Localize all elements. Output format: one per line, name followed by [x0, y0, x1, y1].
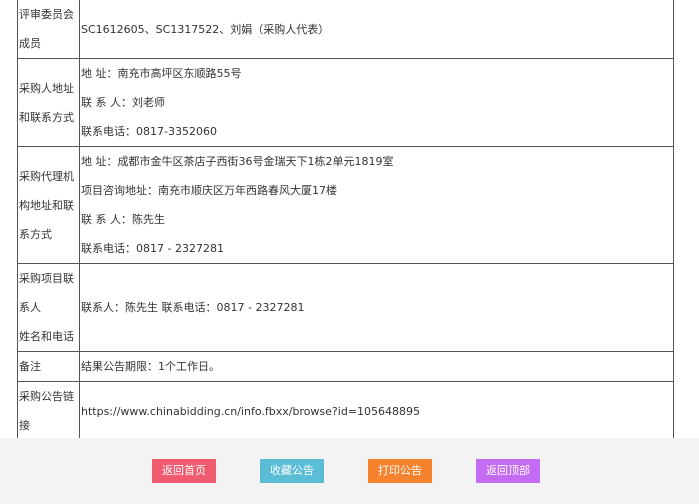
label-line: 评审委员会	[19, 8, 74, 21]
label-line: 姓名和电话	[19, 330, 74, 343]
remarks-text: 结果公告期限：1个工作日。	[81, 360, 220, 373]
label-line: 系方式	[19, 227, 52, 241]
agency-address: 地 址：成都市金牛区茶店子西街36号金瑞天下1栋2单元1819室	[81, 155, 394, 168]
label-line: 成员	[19, 37, 41, 50]
announcement-info-table: 评审委员会 成员 SC1612605、SC1317522、刘娟（采购人代表） 采…	[17, 0, 674, 441]
row-value: SC1612605、SC1317522、刘娟（采购人代表）	[79, 0, 674, 59]
print-button[interactable]: 打印公告	[368, 459, 432, 483]
footer-button-bar: 返回首页 收藏公告 打印公告 返回顶部	[0, 438, 699, 504]
row-label: 评审委员会 成员	[17, 0, 80, 59]
row-label: 采购人地址 和联系方式	[17, 58, 80, 147]
table-row-remarks: 备注 结果公告期限：1个工作日。	[17, 351, 674, 382]
label-line: 构地址和联	[19, 198, 74, 212]
purchaser-address: 地 址：南充市高坪区东顺路55号	[81, 67, 242, 80]
table-row-project-contact: 采购项目联 系人 姓名和电话 联系人：陈先生 联系电话：0817 - 23272…	[17, 263, 674, 352]
label-line: 采购人地址	[19, 81, 74, 95]
row-value: 地 址：成都市金牛区茶店子西街36号金瑞天下1栋2单元1819室 项目咨询地址：…	[79, 146, 674, 264]
announcement-link[interactable]: https://www.chinabidding.cn/info.fbxx/br…	[81, 397, 673, 426]
label-line: 采购项目联	[19, 272, 74, 285]
row-label: 采购公告链 接	[17, 381, 80, 441]
row-label: 采购项目联 系人 姓名和电话	[17, 263, 80, 352]
row-value: 联系人：陈先生 联系电话：0817 - 2327281	[79, 263, 674, 352]
label-line: 和联系方式	[19, 110, 74, 124]
label-line: 系人	[19, 301, 41, 314]
label-line: 接	[19, 419, 30, 432]
row-label: 采购代理机 构地址和联 系方式	[17, 146, 80, 264]
purchaser-phone: 联系电话：0817-3352060	[81, 125, 217, 138]
row-value: 地 址：南充市高坪区东顺路55号 联 系 人：刘老师 联系电话：0817-335…	[79, 58, 674, 147]
project-contact: 联系人：陈先生 联系电话：0817 - 2327281	[81, 301, 305, 314]
agency-phone: 联系电话：0817 - 2327281	[81, 242, 224, 255]
label-line: 采购代理机	[19, 169, 74, 183]
back-to-top-button[interactable]: 返回顶部	[476, 459, 540, 483]
table-row-purchaser-contact: 采购人地址 和联系方式 地 址：南充市高坪区东顺路55号 联 系 人：刘老师 联…	[17, 58, 674, 147]
table-row-agency-contact: 采购代理机 构地址和联 系方式 地 址：成都市金牛区茶店子西街36号金瑞天下1栋…	[17, 146, 674, 264]
table-row-announcement-link: 采购公告链 接 https://www.chinabidding.cn/info…	[17, 381, 674, 441]
row-label: 备注	[17, 351, 80, 382]
agency-consult-address: 项目咨询地址：南充市顺庆区万年西路春风大厦17楼	[81, 184, 337, 197]
purchaser-contact-person: 联 系 人：刘老师	[81, 96, 165, 109]
home-button[interactable]: 返回首页	[152, 459, 216, 483]
table-row-evaluation-committee: 评审委员会 成员 SC1612605、SC1317522、刘娟（采购人代表）	[17, 0, 674, 59]
label-line: 备注	[19, 360, 41, 373]
agency-contact-person: 联 系 人：陈先生	[81, 213, 165, 226]
row-value: https://www.chinabidding.cn/info.fbxx/br…	[79, 381, 674, 441]
favorite-button[interactable]: 收藏公告	[260, 459, 324, 483]
label-line: 采购公告链	[19, 390, 74, 403]
committee-members: SC1612605、SC1317522、刘娟（采购人代表）	[81, 22, 330, 36]
row-value: 结果公告期限：1个工作日。	[79, 351, 674, 382]
